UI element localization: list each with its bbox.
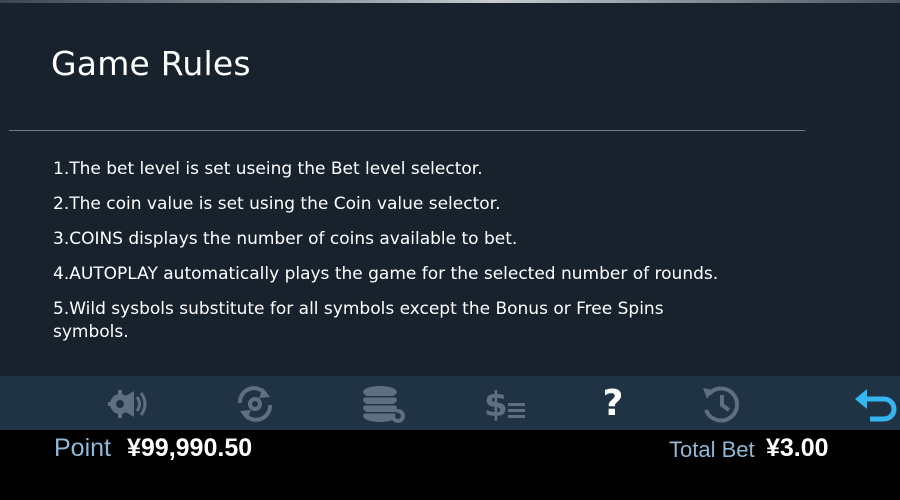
svg-text:$: $ — [484, 385, 508, 425]
top-bevel — [0, 0, 900, 3]
rule-item: 2.The coin value is set using the Coin v… — [53, 194, 501, 214]
paytable-icon: $ — [484, 385, 525, 425]
autoplay-settings-icon — [238, 386, 272, 422]
point-label: Point — [54, 434, 111, 462]
rule-item: 3.COINS displays the number of coins ava… — [53, 229, 518, 249]
coin-settings-icon — [363, 386, 405, 423]
help-button[interactable]: ? — [587, 382, 639, 426]
back-icon — [855, 389, 897, 422]
autoplay-settings-button[interactable] — [229, 382, 281, 426]
total-bet-label: Total Bet — [669, 437, 755, 462]
title-divider — [9, 130, 805, 131]
back-button[interactable] — [848, 382, 900, 426]
help-icon: ? — [602, 383, 624, 424]
bottom-toolbar: $ ? — [0, 376, 900, 430]
total-bet-value: ¥3.00 — [766, 434, 829, 462]
rule-item: 1.The bet level is set useing the Bet le… — [53, 159, 483, 179]
history-button[interactable] — [695, 382, 747, 426]
coin-settings-button[interactable] — [357, 382, 409, 426]
rules-list: 1.The bet level is set useing the Bet le… — [53, 158, 743, 356]
rule-item: 4.AUTOPLAY automatically plays the game … — [53, 264, 719, 284]
page-title: Game Rules — [51, 44, 251, 83]
footer-bar: Point ¥99,990.50 Total Bet ¥3.00 — [0, 430, 900, 500]
paytable-button[interactable]: $ — [480, 382, 532, 426]
sound-settings-button[interactable] — [105, 382, 157, 426]
history-icon — [703, 386, 740, 423]
sound-settings-icon — [108, 390, 147, 418]
point-value: ¥99,990.50 — [127, 434, 253, 462]
rule-item: 5.Wild sysbols substitute for all symbol… — [53, 299, 664, 342]
